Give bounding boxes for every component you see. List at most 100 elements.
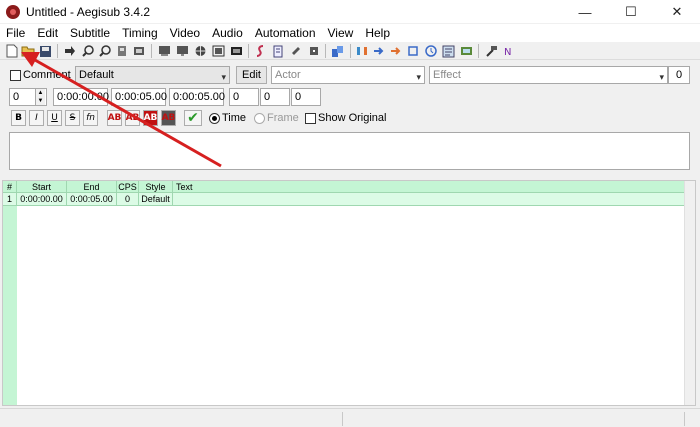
chevron-down-icon: ▾ (659, 72, 664, 82)
frame-label: Frame (267, 112, 299, 124)
duration-field[interactable]: 0:00:05.00 (169, 88, 225, 106)
minimize-button[interactable]: — (562, 0, 608, 24)
frame-radio[interactable] (254, 113, 265, 124)
col-header-style[interactable]: Style (139, 181, 173, 193)
menu-automation[interactable]: Automation (249, 24, 322, 42)
spell-check-icon[interactable] (423, 43, 439, 59)
attachments-icon[interactable] (253, 43, 269, 59)
checkmark-icon[interactable]: ✔ (184, 110, 202, 126)
resample-icon[interactable] (371, 43, 387, 59)
effect-placeholder: Effect (433, 69, 461, 81)
close-button[interactable]: ✕ (654, 0, 700, 24)
time-label: Time (222, 112, 247, 124)
save-icon[interactable] (37, 43, 53, 59)
menu-subtitle[interactable]: Subtitle (64, 24, 116, 42)
strikeout-button[interactable]: S (65, 110, 80, 126)
video-frame-icon[interactable] (192, 43, 208, 59)
col-header-number[interactable]: # (3, 181, 17, 193)
svg-text:N: N (504, 47, 511, 58)
row-end: 0:00:05.00 (67, 193, 117, 206)
new-file-icon[interactable] (4, 43, 20, 59)
menu-video[interactable]: Video (164, 24, 206, 42)
subtitle-grid[interactable]: # Start End CPS Style Text 1 0:00:00.00 … (2, 180, 696, 406)
menu-bar: File Edit Subtitle Timing Video Audio Au… (0, 24, 700, 42)
row-start: 0:00:00.00 (17, 193, 67, 206)
effect-count: 0 (668, 66, 690, 84)
margin-right-field[interactable]: 0 (260, 88, 290, 106)
actor-dropdown[interactable]: Actor ▾ (271, 66, 425, 84)
margin-vertical-field[interactable]: 0 (291, 88, 321, 106)
video-detach-icon[interactable] (156, 43, 172, 59)
menu-view[interactable]: View (322, 24, 360, 42)
fonts-collector-icon[interactable] (270, 43, 286, 59)
timing-assist-icon[interactable] (388, 43, 404, 59)
italic-button[interactable]: I (29, 110, 44, 126)
open-folder-icon[interactable] (20, 43, 36, 59)
comment-checkbox[interactable] (10, 70, 21, 81)
col-header-text[interactable]: Text (173, 181, 197, 193)
underline-button[interactable]: U (47, 110, 62, 126)
menu-edit[interactable]: Edit (31, 24, 64, 42)
layer-value: 0 (13, 91, 20, 103)
options-icon[interactable] (440, 43, 456, 59)
open-audio-icon[interactable] (114, 43, 130, 59)
shadow-color-button[interactable]: AB (161, 110, 176, 126)
chevron-down-icon: ▾ (221, 72, 226, 82)
window-title: Untitled - Aegisub 3.4.2 (26, 4, 151, 19)
styles-manager-icon[interactable] (210, 43, 226, 59)
grid-scrollbar[interactable] (684, 181, 695, 405)
subtitle-edit-panel: Comment Default ▾ Edit Actor ▾ Effect ▾ … (0, 62, 700, 178)
style-dropdown[interactable]: Default ▾ (75, 66, 230, 84)
show-original-label: Show Original (318, 112, 387, 124)
effect-dropdown[interactable]: Effect ▾ (429, 66, 668, 84)
macro-icon[interactable] (458, 43, 474, 59)
open-video-icon[interactable] (131, 43, 147, 59)
jump-to-icon[interactable] (62, 43, 78, 59)
start-time-field[interactable]: 0:00:00.00 (53, 88, 109, 106)
toolbar: N (0, 42, 700, 60)
keyframe-icon[interactable] (174, 43, 190, 59)
subtitle-text-box[interactable] (9, 132, 690, 170)
font-button[interactable]: fn (83, 110, 98, 126)
row-style: Default (139, 193, 173, 206)
col-header-end[interactable]: End (67, 181, 117, 193)
menu-help[interactable]: Help (359, 24, 396, 42)
maximize-button[interactable]: ☐ (608, 0, 654, 24)
table-row[interactable]: 1 0:00:00.00 0:00:05.00 0 Default (3, 193, 685, 206)
col-header-start[interactable]: Start (17, 181, 67, 193)
bold-button[interactable]: B (11, 110, 26, 126)
row-number: 1 (3, 193, 17, 206)
shift-times-icon[interactable] (330, 43, 346, 59)
menu-file[interactable]: File (0, 24, 31, 42)
zoom-in-icon[interactable] (80, 43, 96, 59)
zoom-out-icon[interactable] (97, 43, 113, 59)
col-header-cps[interactable]: CPS (117, 181, 139, 193)
row-cps: 0 (117, 193, 139, 206)
grid-header: # Start End CPS Style Text (3, 181, 685, 193)
aegisub-logo-icon (6, 4, 20, 19)
actor-placeholder: Actor (275, 69, 301, 81)
menu-audio[interactable]: Audio (206, 24, 249, 42)
automation-icon[interactable] (288, 43, 304, 59)
style-value: Default (79, 69, 114, 81)
properties-icon[interactable] (228, 43, 244, 59)
layer-spinner[interactable]: 0 ▲ ▼ (9, 88, 47, 106)
hammer-icon[interactable] (483, 43, 499, 59)
comment-label: Comment (23, 69, 71, 81)
end-time-field[interactable]: 0:00:05.00 (111, 88, 167, 106)
edit-style-button[interactable]: Edit (236, 66, 267, 84)
secondary-color-button[interactable]: AB (125, 110, 140, 126)
margin-left-field[interactable]: 0 (229, 88, 259, 106)
status-bar (0, 408, 700, 427)
text-style-icon[interactable]: N (501, 43, 517, 59)
primary-color-button[interactable]: AB (107, 110, 122, 126)
spinner-arrows-icon[interactable]: ▲ ▼ (35, 89, 45, 105)
time-radio[interactable] (209, 113, 220, 124)
kanji-timer-icon[interactable] (405, 43, 421, 59)
row-text (173, 193, 683, 206)
timing-postprocess-icon[interactable] (306, 43, 322, 59)
outline-color-button[interactable]: AB (143, 110, 158, 126)
translation-icon[interactable] (354, 43, 370, 59)
menu-timing[interactable]: Timing (116, 24, 164, 42)
show-original-checkbox[interactable] (305, 113, 316, 124)
